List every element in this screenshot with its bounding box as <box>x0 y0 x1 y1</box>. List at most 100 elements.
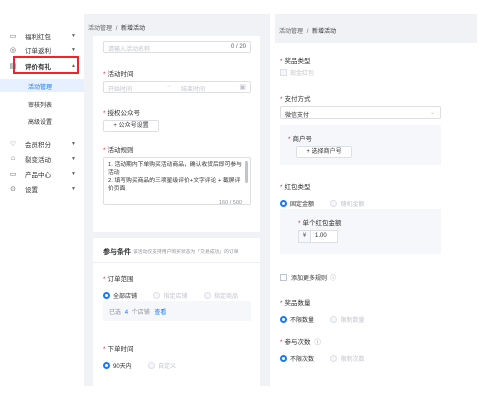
order-scope-label: * 订单范围 <box>103 276 134 283</box>
rules-textarea[interactable]: 1. 活动期内下单购买活动商品，确认收货后即可参与活动 2. 填写购买商品的三项… <box>103 157 251 205</box>
scope-specific-products-radio[interactable]: 指定商品 <box>203 291 238 300</box>
participate-group: 不限次数 限制次数 <box>280 349 376 367</box>
info-icon: ⓘ <box>330 276 337 282</box>
prize-type-checkbox[interactable]: 现金红包 <box>280 68 314 77</box>
merchant-box: * 商户号 + 选择商户号 <box>280 125 441 165</box>
sidebar-item-label: 产品中心 <box>25 171 51 179</box>
limited-times-radio[interactable]: 限制次数 <box>330 354 364 363</box>
fixed-amount-radio[interactable]: 固定金额 <box>280 199 314 208</box>
view-stores-link[interactable]: 查看 <box>154 310 166 316</box>
sidebar-item-label: 会员积分 <box>25 141 51 149</box>
sidebar-item-order[interactable]: ◎ 订单返利 ▼ <box>0 43 82 56</box>
activity-name-placeholder: 请输入活动名称 <box>108 47 151 53</box>
basic-info-card: 请输入活动名称 0 / 20 * 活动时间 开始时间 → 结束时间 ▣ * 授权公众… <box>93 36 260 232</box>
selected-count: 4 <box>124 310 129 316</box>
sidebar-item-label: 订单返利 <box>25 47 51 55</box>
authorize-label: * 授权公众号 <box>103 110 141 117</box>
info-icon: ⓘ <box>314 339 321 346</box>
start-time-placeholder: 开始时间 <box>108 87 133 93</box>
time-custom-radio[interactable]: 自定义 <box>148 361 176 370</box>
rules-scrollbar[interactable] <box>245 161 248 183</box>
review-icon: ▤ <box>9 62 17 70</box>
activity-time-label: * 活动时间 <box>103 71 134 78</box>
sidebar-item-product[interactable]: ▭ 产品中心 ▼ <box>0 167 82 180</box>
add-more-rules-checkbox[interactable]: 添加更多规则 ⓘ <box>280 273 336 282</box>
payment-select[interactable]: 微信支付 ⌄ <box>280 106 441 119</box>
prize-qty-group: 不限数量 限制数量 <box>280 310 376 328</box>
merchant-label: * 商户号 <box>288 136 313 143</box>
rules-count: 160 / 500 <box>219 200 242 206</box>
conditions-title: 参与条件 <box>103 249 131 256</box>
chevron-down-icon: ▼ <box>71 46 76 53</box>
rules-label: * 活动规则 <box>103 147 134 154</box>
product-icon: ▭ <box>9 170 17 178</box>
prize-card: * 奖品类型 现金红包 * 支付方式 微信支付 ⌄ * 商户号 + 选择商户号 * 红包… <box>275 43 477 386</box>
sidebar-item-label: 裂变活动 <box>25 156 51 164</box>
settings-icon: ⊙ <box>10 185 16 193</box>
sidebar-item-label: 评价有礼 <box>25 63 51 71</box>
conditions-card: 参与条件 该活动仅支持用户购买状态为「交易成功」的订单 * 订单范围 全部店铺 指… <box>93 238 260 386</box>
unlimited-times-radio[interactable]: 不限次数 <box>280 354 314 363</box>
unlimited-qty-radio[interactable]: 不限数量 <box>280 315 314 324</box>
sidebar-item-bargain[interactable]: ⌂ 裂变活动 ▼ <box>0 152 82 165</box>
right-panel: 活动管理 / 新增活动 * 奖品类型 现金红包 * 支付方式 微信支付 ⌄ * 商户号… <box>275 14 477 386</box>
breadcrumb: 活动管理 / 新增活动 <box>279 26 336 35</box>
chevron-down-icon: ▼ <box>71 185 76 192</box>
activity-time-range[interactable]: 开始时间 → 结束时间 ▣ <box>103 81 251 93</box>
scope-all-stores-radio[interactable]: 全部店铺 <box>103 291 137 300</box>
sidebar-item-member[interactable]: ♡ 会员积分 ▼ <box>0 137 82 150</box>
activity-name-count: 0 / 20 <box>230 44 246 50</box>
checkbox-icon <box>280 69 287 76</box>
breadcrumb-parent[interactable]: 活动管理 <box>279 29 303 35</box>
breadcrumb: 活动管理 / 新增活动 <box>88 23 145 32</box>
chevron-down-icon: ▼ <box>71 32 76 39</box>
official-account-button[interactable]: + 公众号设置 <box>103 120 159 132</box>
participate-label: * 参与次数 ⓘ <box>280 339 321 346</box>
activity-name-input[interactable]: 请输入活动名称 0 / 20 <box>103 41 251 53</box>
currency-prefix: ¥ <box>299 231 311 242</box>
chevron-up-icon: ▲ <box>71 62 76 69</box>
rules-line-1: 1. 活动期内下单购买活动商品，确认收货后即可参与活动 <box>108 162 242 176</box>
sidebar-item-gift[interactable]: ▭ 福利红包 ▼ <box>0 29 82 42</box>
range-arrow: → <box>166 83 172 89</box>
random-amount-radio[interactable]: 随机金额 <box>330 199 364 208</box>
sidebar-item-review[interactable]: ▤ 评价有礼 ▲ <box>0 59 82 72</box>
amount-value: 1.00 <box>315 233 327 239</box>
rules-line-2: 2. 填写购买商品的三项星级评价+文字评论 + 截屏评价页面 <box>108 178 241 192</box>
order-time-group: 90天内 自定义 <box>103 356 188 374</box>
bargain-icon: ⌂ <box>10 155 16 162</box>
left-panel: 活动管理 / 新增活动 请输入活动名称 0 / 20 * 活动时间 开始时间 → … <box>84 14 270 386</box>
limited-qty-radio[interactable]: 限制数量 <box>330 315 364 324</box>
sidebar: ▭ 福利红包 ▼ ◎ 订单返利 ▼ ▤ 评价有礼 ▲ 活动管理 审核列表 高级设… <box>0 0 84 406</box>
order-time-label: * 下单时间 <box>103 346 134 353</box>
sidebar-subitem-activity[interactable]: 活动管理 <box>28 82 52 91</box>
checkbox-icon <box>280 274 287 281</box>
prize-type-label: * 奖品类型 <box>280 58 311 65</box>
breadcrumb-current: 新增活动 <box>121 26 146 32</box>
payment-label: * 支付方式 <box>280 96 311 103</box>
end-time-placeholder: 结束时间 <box>181 87 206 93</box>
amount-label: * 单个红包金额 <box>298 220 342 227</box>
breadcrumb-parent[interactable]: 活动管理 <box>88 26 112 32</box>
sidebar-subitem-audit[interactable]: 审核列表 <box>28 100 52 109</box>
sidebar-item-settings[interactable]: ⊙ 设置 ▼ <box>0 182 82 195</box>
member-icon: ♡ <box>9 140 17 148</box>
order-icon: ◎ <box>9 46 17 54</box>
sidebar-subitem-advanced[interactable]: 高级设置 <box>28 117 52 126</box>
select-merchant-button[interactable]: + 选择商户号 <box>296 146 352 158</box>
calendar-icon: ▣ <box>239 84 246 91</box>
sidebar-item-label: 福利红包 <box>25 33 51 41</box>
breadcrumb-current: 新增活动 <box>312 29 337 35</box>
breadcrumb-sep: / <box>306 29 309 35</box>
sidebar-item-label: 设置 <box>25 186 38 194</box>
chevron-down-icon: ▼ <box>71 155 76 162</box>
scope-specific-stores-radio[interactable]: 指定店铺 <box>153 291 187 300</box>
amount-box: * 单个红包金额 ¥ 1.00 <box>280 209 441 254</box>
chevron-down-icon: ▼ <box>71 140 76 147</box>
amount-input[interactable]: ¥ 1.00 <box>298 230 338 243</box>
red-packet-type-label: * 红包类型 <box>280 184 311 191</box>
breadcrumb-sep: / <box>115 26 118 32</box>
conditions-note: 该活动仅支持用户购买状态为「交易成功」的订单 <box>133 250 239 255</box>
gift-icon: ▭ <box>9 32 17 40</box>
time-90-days-radio[interactable]: 90天内 <box>103 361 132 370</box>
